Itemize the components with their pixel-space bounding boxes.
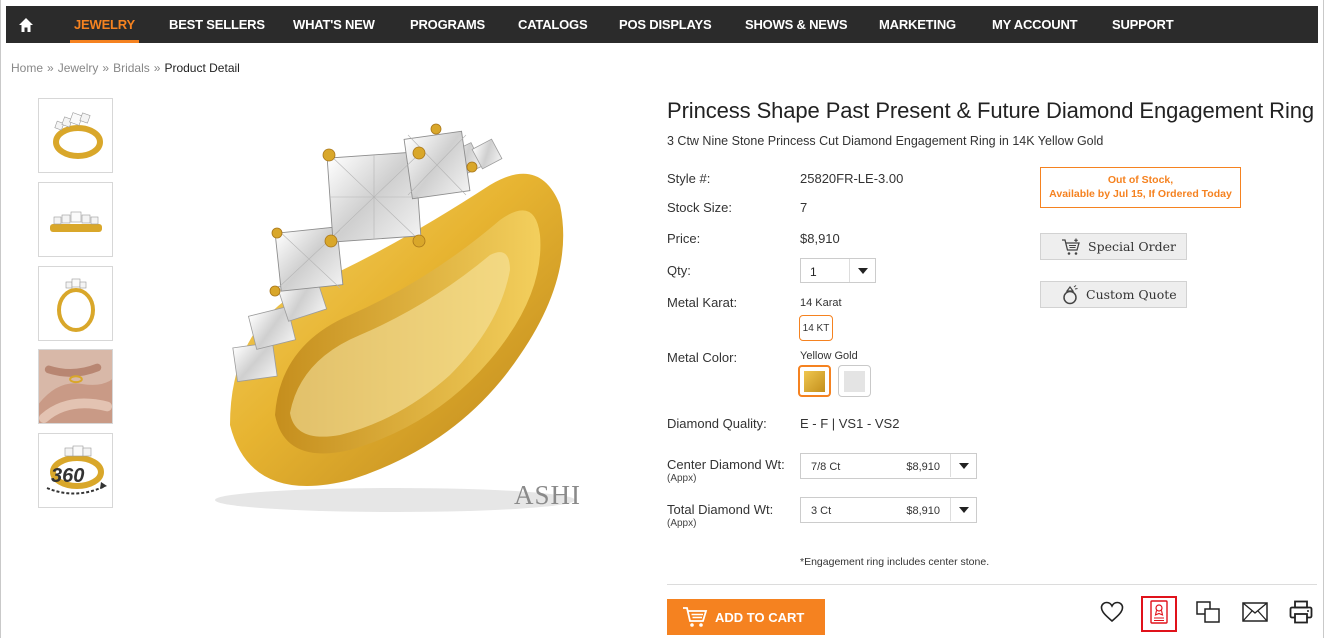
email-icon	[1242, 601, 1268, 627]
nav-shows-news[interactable]: SHOWS & NEWS	[745, 17, 848, 32]
thumbnail-ring-on-hand[interactable]	[38, 349, 113, 424]
total-diamond-note: (Appx)	[667, 518, 697, 529]
thumbnail-ring-angle[interactable]	[38, 98, 113, 173]
main-product-image[interactable]	[190, 95, 600, 525]
center-diamond-price: $8,910	[906, 461, 940, 473]
breadcrumb-separator: »	[102, 61, 110, 75]
print-button[interactable]	[1283, 596, 1319, 632]
email-button[interactable]	[1237, 596, 1273, 632]
caret-down-icon	[950, 454, 976, 477]
compare-icon	[1196, 600, 1220, 628]
center-diamond-value: 7/8 Ct	[811, 461, 841, 473]
yellow-gold-fill	[804, 370, 825, 392]
total-diamond-value: 3 Ct	[811, 505, 832, 517]
qty-select[interactable]: 1	[800, 258, 876, 283]
add-to-cart-button[interactable]: ADD TO CART	[667, 599, 825, 635]
nav-best-sellers[interactable]: BEST SELLERS	[169, 17, 265, 32]
product-title: Princess Shape Past Present & Future Dia…	[667, 98, 1315, 123]
thumbnail-ring-front[interactable]	[38, 182, 113, 257]
ring-icon	[1061, 284, 1079, 305]
total-diamond-select[interactable]: 3 Ct $8,910	[800, 497, 977, 523]
metal-karat-value: 14 Karat	[800, 297, 842, 309]
brand-watermark: ASHI	[514, 480, 582, 510]
nav-jewelry[interactable]: JEWELRY	[70, 17, 139, 43]
print-icon	[1289, 600, 1313, 629]
thumbnail-360-view[interactable]: 360	[38, 433, 113, 508]
product-subtitle: 3 Ctw Nine Stone Princess Cut Diamond En…	[667, 134, 1104, 148]
style-label: Style #:	[667, 171, 711, 186]
center-stone-note: *Engagement ring includes center stone.	[800, 556, 990, 568]
thumbnail-ring-side[interactable]	[38, 266, 113, 341]
nav-pos-displays[interactable]: POS DISPLAYS	[619, 17, 712, 32]
nav-programs[interactable]: PROGRAMS	[410, 17, 485, 32]
white-gold-fill	[844, 370, 865, 392]
top-nav: JEWELRY BEST SELLERS WHAT'S NEW PROGRAMS…	[6, 6, 1318, 43]
metal-color-label: Metal Color:	[667, 350, 738, 365]
caret-down-icon	[849, 259, 875, 282]
svg-text:360: 360	[51, 465, 84, 487]
breadcrumb-separator: »	[153, 61, 161, 75]
divider	[667, 584, 1317, 585]
center-diamond-label: Center Diamond Wt: (Appx)	[667, 457, 785, 484]
nav-my-account[interactable]: MY ACCOUNT	[992, 17, 1078, 32]
breadcrumb-home[interactable]: Home	[11, 61, 43, 75]
center-diamond-select[interactable]: 7/8 Ct $8,910	[800, 453, 977, 479]
total-diamond-label-text: Total Diamond Wt:	[667, 502, 774, 517]
wishlist-button[interactable]	[1094, 596, 1130, 632]
nav-catalogs[interactable]: CATALOGS	[518, 17, 588, 32]
center-diamond-label-text: Center Diamond Wt:	[667, 457, 785, 472]
nav-support[interactable]: SUPPORT	[1112, 17, 1174, 32]
total-diamond-label: Total Diamond Wt: (Appx)	[667, 502, 773, 529]
karat-option-14kt[interactable]: 14 KT	[799, 315, 833, 341]
cart-plus-icon	[1061, 238, 1081, 256]
cart-icon	[682, 606, 708, 628]
metal-color-value: Yellow Gold	[800, 350, 858, 362]
home-icon[interactable]	[6, 6, 46, 43]
qty-label: Qty:	[667, 263, 691, 278]
breadcrumb-current: Product Detail	[164, 61, 240, 75]
color-swatch-yellow-gold[interactable]	[798, 365, 831, 397]
custom-quote-button[interactable]: Custom Quote	[1040, 281, 1187, 308]
certificate-icon	[1150, 599, 1168, 629]
qty-value: 1	[810, 265, 817, 279]
price-label: Price:	[667, 231, 701, 246]
add-to-cart-label: ADD TO CART	[715, 609, 805, 625]
style-value: 25820FR-LE-3.00	[800, 171, 904, 186]
breadcrumb-separator: »	[47, 61, 54, 75]
stock-size-label: Stock Size:	[667, 200, 733, 215]
compare-button[interactable]	[1190, 596, 1226, 632]
stock-status-line2: Available by Jul 15, If Ordered Today	[1049, 188, 1232, 200]
breadcrumb-bridals[interactable]: Bridals	[113, 61, 150, 75]
nav-marketing[interactable]: MARKETING	[879, 17, 956, 32]
price-value: $8,910	[800, 231, 840, 246]
heart-icon	[1100, 601, 1124, 628]
diamond-quality-value: E - F | VS1 - VS2	[800, 416, 900, 431]
special-order-label: Special Order	[1088, 239, 1176, 254]
stock-status-line1: Out of Stock,	[1107, 174, 1174, 186]
center-diamond-note: (Appx)	[667, 473, 697, 484]
breadcrumb-jewelry[interactable]: Jewelry	[58, 61, 99, 75]
custom-quote-label: Custom Quote	[1086, 287, 1177, 302]
certificate-button[interactable]	[1141, 596, 1177, 632]
stock-size-value: 7	[800, 200, 808, 215]
caret-down-icon	[950, 498, 976, 521]
diamond-quality-label: Diamond Quality:	[667, 416, 767, 431]
metal-karat-label: Metal Karat:	[667, 295, 738, 310]
breadcrumb: Home» Jewelry» Bridals» Product Detail	[11, 61, 240, 75]
stock-status-badge: Out of Stock, Available by Jul 15, If Or…	[1040, 167, 1241, 208]
nav-whats-new[interactable]: WHAT'S NEW	[293, 17, 375, 32]
total-diamond-price: $8,910	[906, 505, 940, 517]
color-swatch-white-gold[interactable]	[838, 365, 871, 397]
special-order-button[interactable]: Special Order	[1040, 233, 1187, 260]
